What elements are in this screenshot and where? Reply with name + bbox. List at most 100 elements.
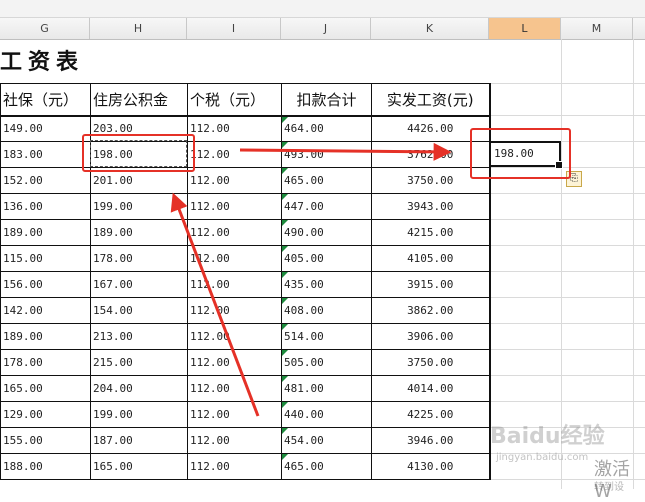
table-header-row: 社保（元） 住房公积金 个税（元） 扣款合计 实发工资(元) — [0, 83, 491, 117]
table-cell[interactable]: 3946.00 — [371, 427, 491, 454]
table-cell[interactable]: 199.00 — [90, 401, 188, 428]
gridline — [488, 193, 645, 194]
table-cell[interactable]: 505.00 — [281, 349, 372, 376]
table-cell[interactable]: 189.00 — [0, 323, 91, 350]
table-cell[interactable]: 493.00 — [281, 141, 372, 168]
table-cell[interactable]: 156.00 — [0, 271, 91, 298]
table-cell[interactable]: 4225.00 — [371, 401, 491, 428]
table-cell[interactable]: 454.00 — [281, 427, 372, 454]
header-cell-social-security[interactable]: 社保（元） — [0, 83, 91, 117]
header-cell-total-deduction[interactable]: 扣款合计 — [281, 83, 372, 117]
table-row: 183.00 198.00 112.00 493.00 3762.00 — [0, 141, 491, 168]
table-cell[interactable]: 165.00 — [90, 453, 188, 480]
table-cell[interactable]: 3906.00 — [371, 323, 491, 350]
column-header-h[interactable]: H — [90, 18, 187, 39]
table-cell[interactable]: 183.00 — [0, 141, 91, 168]
table-cell[interactable]: 465.00 — [281, 453, 372, 480]
table-row: 115.00 178.00 112.00 405.00 4105.00 — [0, 245, 491, 272]
table-cell[interactable]: 136.00 — [0, 193, 91, 220]
table-row: 165.00 204.00 112.00 481.00 4014.00 — [0, 375, 491, 402]
table-row: 156.00 167.00 112.00 435.00 3915.00 — [0, 271, 491, 298]
gridline — [488, 83, 645, 84]
salary-table: 社保（元） 住房公积金 个税（元） 扣款合计 实发工资(元) 149.00 203… — [0, 83, 491, 480]
table-cell[interactable]: 4130.00 — [371, 453, 491, 480]
gridline — [633, 39, 634, 489]
table-cell[interactable]: 112.00 — [187, 453, 282, 480]
column-header-m[interactable]: M — [561, 18, 633, 39]
table-row: 142.00 154.00 112.00 408.00 3862.00 — [0, 297, 491, 324]
table-cell[interactable]: 490.00 — [281, 219, 372, 246]
table-cell[interactable]: 149.00 — [0, 115, 91, 142]
table-cell[interactable]: 189.00 — [90, 219, 188, 246]
header-cell-income-tax[interactable]: 个税（元） — [187, 83, 282, 117]
column-header-g[interactable]: G — [0, 18, 90, 39]
table-cell[interactable]: 4105.00 — [371, 245, 491, 272]
table-cell[interactable]: 187.00 — [90, 427, 188, 454]
table-cell[interactable]: 199.00 — [90, 193, 188, 220]
gridline — [488, 375, 645, 376]
table-row: 189.00 213.00 112.00 514.00 3906.00 — [0, 323, 491, 350]
table-cell[interactable]: 4215.00 — [371, 219, 491, 246]
header-cell-net-salary[interactable]: 实发工资(元) — [371, 83, 491, 117]
table-cell[interactable]: 154.00 — [90, 297, 188, 324]
sheet-title[interactable]: 工资表 — [0, 44, 84, 76]
table-row: 136.00 199.00 112.00 447.00 3943.00 — [0, 193, 491, 220]
table-cell[interactable]: 3915.00 — [371, 271, 491, 298]
table-row: 189.00 189.00 112.00 490.00 4215.00 — [0, 219, 491, 246]
watermark-brand: Baidu经验 — [490, 424, 605, 449]
table-cell[interactable]: 481.00 — [281, 375, 372, 402]
table-row: 155.00 187.00 112.00 454.00 3946.00 — [0, 427, 491, 454]
table-cell[interactable]: 152.00 — [0, 167, 91, 194]
table-cell[interactable]: 465.00 — [281, 167, 372, 194]
gridline — [488, 115, 645, 116]
table-cell[interactable]: 435.00 — [281, 271, 372, 298]
header-cell-housing-fund[interactable]: 住房公积金 — [90, 83, 188, 117]
table-cell[interactable]: 213.00 — [90, 323, 188, 350]
table-cell[interactable]: 112.00 — [187, 427, 282, 454]
table-cell[interactable]: 112.00 — [187, 245, 282, 272]
table-cell[interactable]: 408.00 — [281, 297, 372, 324]
watermark-url: jingyan.baidu.com — [496, 452, 589, 463]
table-cell[interactable]: 112.00 — [187, 167, 282, 194]
table-cell[interactable]: 115.00 — [0, 245, 91, 272]
column-header-n[interactable] — [633, 18, 645, 39]
table-cell[interactable]: 112.00 — [187, 401, 282, 428]
table-row: 152.00 201.00 112.00 465.00 3750.00 — [0, 167, 491, 194]
table-cell[interactable]: 178.00 — [90, 245, 188, 272]
table-cell[interactable]: 464.00 — [281, 115, 372, 142]
table-cell[interactable]: 142.00 — [0, 297, 91, 324]
table-cell[interactable]: 155.00 — [0, 427, 91, 454]
table-cell[interactable]: 188.00 — [0, 453, 91, 480]
table-cell[interactable]: 440.00 — [281, 401, 372, 428]
table-cell[interactable]: 112.00 — [187, 193, 282, 220]
column-header-l[interactable]: L — [489, 18, 561, 39]
table-cell[interactable]: 3862.00 — [371, 297, 491, 324]
table-cell[interactable]: 165.00 — [0, 375, 91, 402]
table-cell[interactable]: 112.00 — [187, 375, 282, 402]
table-cell[interactable]: 112.00 — [187, 297, 282, 324]
column-header-bar: G H I J K L M — [0, 18, 645, 40]
table-cell[interactable]: 112.00 — [187, 349, 282, 376]
table-cell[interactable]: 215.00 — [90, 349, 188, 376]
table-cell[interactable]: 112.00 — [187, 219, 282, 246]
annotation-box-source — [82, 134, 195, 172]
table-cell[interactable]: 178.00 — [0, 349, 91, 376]
table-cell[interactable]: 112.00 — [187, 271, 282, 298]
column-header-i[interactable]: I — [187, 18, 281, 39]
table-cell[interactable]: 112.00 — [187, 141, 282, 168]
table-cell[interactable]: 514.00 — [281, 323, 372, 350]
table-cell[interactable]: 3750.00 — [371, 349, 491, 376]
gridline — [488, 245, 645, 246]
table-cell[interactable]: 167.00 — [90, 271, 188, 298]
table-cell[interactable]: 112.00 — [187, 115, 282, 142]
table-cell[interactable]: 204.00 — [90, 375, 188, 402]
table-cell[interactable]: 189.00 — [0, 219, 91, 246]
table-cell[interactable]: 3943.00 — [371, 193, 491, 220]
table-cell[interactable]: 129.00 — [0, 401, 91, 428]
table-cell[interactable]: 405.00 — [281, 245, 372, 272]
table-cell[interactable]: 447.00 — [281, 193, 372, 220]
table-cell[interactable]: 112.00 — [187, 323, 282, 350]
column-header-k[interactable]: K — [371, 18, 489, 39]
table-cell[interactable]: 4014.00 — [371, 375, 491, 402]
column-header-j[interactable]: J — [281, 18, 371, 39]
